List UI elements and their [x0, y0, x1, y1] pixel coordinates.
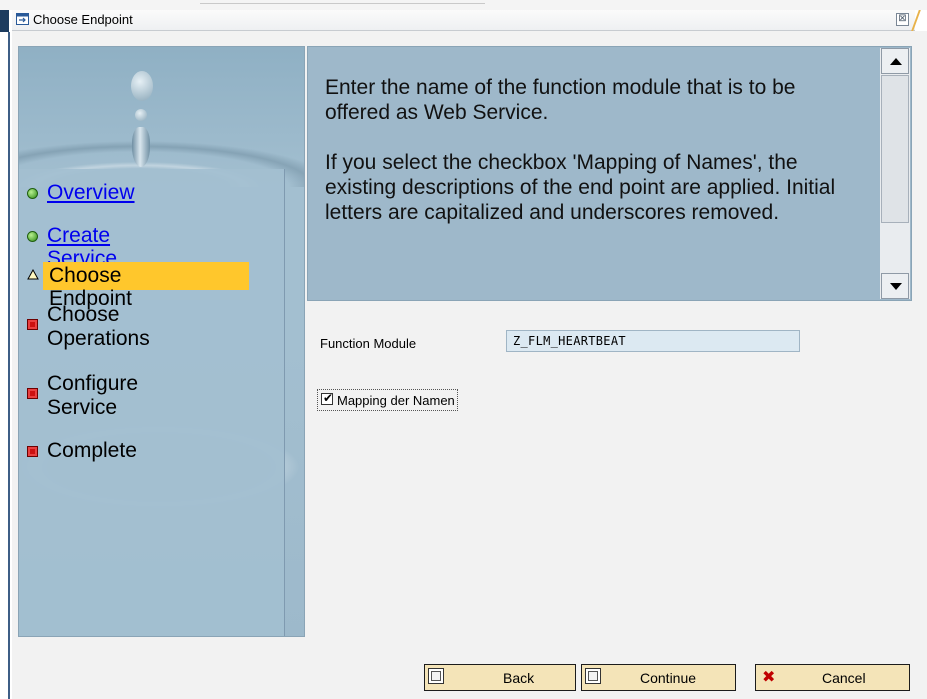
help-panel: Enter the name of the function module th…: [307, 46, 912, 301]
cancel-x-icon: ✖: [762, 667, 776, 686]
function-module-label: Function Module: [320, 336, 417, 351]
help-paragraph: Enter the name of the function module th…: [325, 76, 796, 124]
left-edge-line: [8, 32, 10, 699]
continue-icon: [585, 668, 601, 684]
mapping-checkbox-label[interactable]: Mapping der Namen: [337, 393, 455, 408]
step-pending-icon: [27, 388, 38, 399]
step-label: Complete: [47, 439, 137, 462]
step-label[interactable]: Overview: [47, 181, 135, 204]
step-label: Configure: [47, 372, 139, 395]
mapping-checkbox-field[interactable]: ✔ Mapping der Namen: [317, 389, 458, 411]
help-scrollbar[interactable]: [880, 48, 910, 299]
step-label: Choose: [47, 303, 120, 326]
step-pending-icon: [27, 319, 38, 330]
help-paragraph: If you select the checkbox 'Mapping of N…: [325, 151, 836, 224]
continue-label: Continue: [640, 670, 697, 686]
cancel-label: Cancel: [822, 670, 866, 686]
water-drop: [135, 109, 147, 121]
scroll-thumb[interactable]: [881, 75, 909, 223]
help-text: Enter the name of the function module th…: [325, 75, 865, 250]
window-icon: [16, 13, 29, 25]
step-done-icon: [27, 188, 38, 199]
step-pending-icon: [27, 446, 38, 457]
water-drop: [132, 127, 150, 167]
continue-button[interactable]: Continue: [581, 664, 736, 691]
warning-triangle-icon: [27, 269, 39, 280]
cancel-button[interactable]: ✖ Cancel: [755, 664, 910, 691]
step-label: Service: [47, 396, 118, 419]
titlebar-corner: [915, 10, 927, 31]
scroll-down-button[interactable]: [881, 273, 909, 299]
water-image: [19, 47, 304, 187]
step-label: Operations: [47, 327, 150, 350]
function-module-input[interactable]: Z_FLM_HEARTBEAT: [506, 330, 800, 352]
back-icon: [428, 668, 444, 684]
mapping-checkbox[interactable]: ✔: [321, 391, 334, 405]
steps-panel: Overview Create Service Choose Endpoint …: [19, 169, 285, 636]
checkmark-icon: ✔: [323, 391, 334, 405]
back-label: Back: [503, 670, 535, 686]
dialog-titlebar: Choose Endpoint ⊠: [12, 10, 915, 31]
close-icon[interactable]: ⊠: [896, 13, 909, 26]
top-strip: [0, 0, 927, 10]
water-drop: [131, 71, 153, 101]
arrow-down-icon: [890, 283, 902, 290]
dialog-title: Choose Endpoint: [33, 12, 133, 27]
arrow-up-icon: [890, 58, 902, 65]
wizard-nav: Overview Create Service Choose Endpoint …: [18, 46, 305, 637]
scroll-up-button[interactable]: [881, 48, 909, 74]
back-button[interactable]: Back: [424, 664, 576, 691]
step-done-icon: [27, 231, 38, 242]
